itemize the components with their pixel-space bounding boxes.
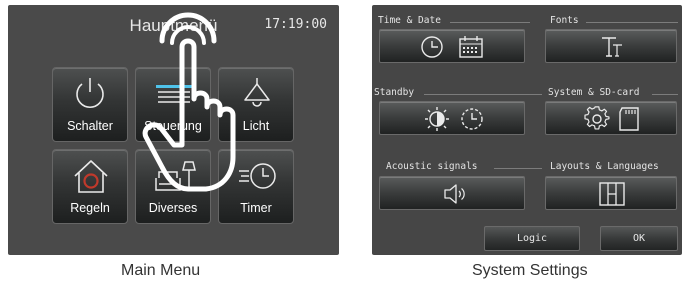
divider bbox=[494, 168, 542, 169]
fonts-button[interactable] bbox=[545, 29, 677, 63]
system-settings-screen: Time & Date Fonts Standby System & SD-ca… bbox=[372, 5, 682, 255]
speaker-icon bbox=[444, 184, 465, 204]
group-label-system-sd: System & SD-card bbox=[548, 87, 640, 98]
tile-label: Diverses bbox=[148, 201, 198, 215]
caption-system-settings: System Settings bbox=[472, 262, 588, 279]
group-label-time-date: Time & Date bbox=[378, 15, 441, 26]
sd-card-icon bbox=[619, 107, 639, 131]
system-sd-button[interactable] bbox=[545, 101, 677, 135]
layouts-button[interactable] bbox=[545, 176, 677, 210]
tile-label: Timer bbox=[240, 201, 272, 215]
main-menu-screen: Hauptmenü 17:19:00 Schalter Steuerung Li… bbox=[8, 5, 339, 255]
tap-hand-icon bbox=[142, 12, 236, 192]
tile-regeln[interactable]: Regeln bbox=[52, 149, 128, 224]
dashed-clock-icon bbox=[461, 108, 483, 130]
house-icon bbox=[74, 160, 108, 193]
brightness-icon bbox=[425, 107, 449, 131]
clock: 17:19:00 bbox=[264, 17, 327, 32]
tile-label: Regeln bbox=[70, 201, 110, 215]
calendar-icon bbox=[459, 36, 483, 58]
tile-label: Schalter bbox=[67, 119, 113, 133]
group-label-acoustic: Acoustic signals bbox=[386, 161, 478, 172]
divider bbox=[424, 94, 542, 95]
logic-button[interactable]: Logic bbox=[484, 226, 580, 251]
standby-button[interactable] bbox=[379, 101, 525, 135]
font-icon bbox=[602, 37, 622, 57]
group-label-fonts: Fonts bbox=[550, 15, 579, 26]
divider bbox=[652, 94, 678, 95]
caption-main-menu: Main Menu bbox=[121, 262, 201, 279]
group-label-layouts: Layouts & Languages bbox=[550, 161, 659, 172]
layout-grid-icon bbox=[599, 182, 625, 206]
divider bbox=[450, 22, 530, 23]
tile-schalter[interactable]: Schalter bbox=[52, 67, 128, 142]
time-date-button[interactable] bbox=[379, 29, 525, 63]
ok-button[interactable]: OK bbox=[600, 226, 678, 251]
divider bbox=[586, 22, 678, 23]
group-label-standby: Standby bbox=[374, 87, 415, 98]
power-icon bbox=[76, 78, 104, 109]
gear-icon bbox=[584, 106, 610, 130]
acoustic-button[interactable] bbox=[379, 176, 525, 210]
